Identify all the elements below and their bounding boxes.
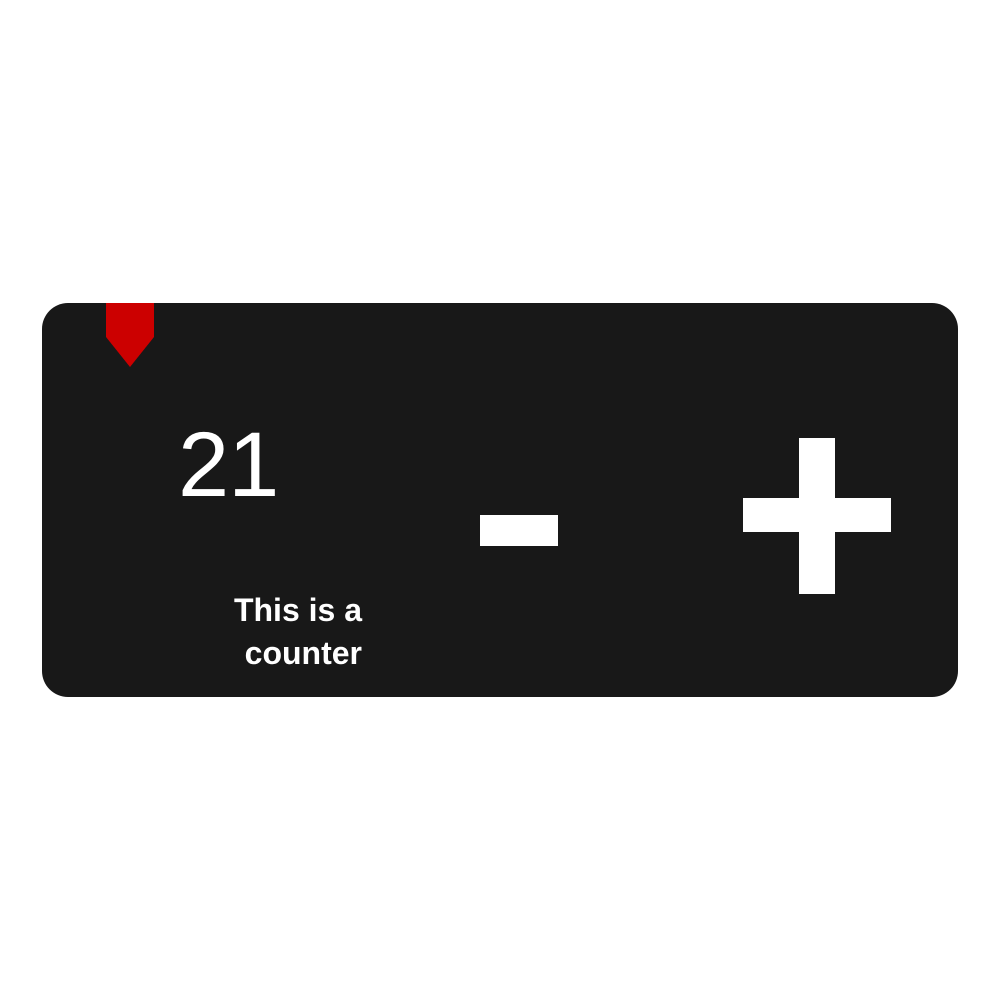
minus-icon <box>480 515 558 546</box>
caption-line-1: This is a <box>233 592 362 628</box>
caption-line-2: counter <box>244 635 362 671</box>
increment-button[interactable] <box>724 421 912 611</box>
counter-caption: This is a counter <box>192 589 362 675</box>
bookmark-icon <box>106 303 154 367</box>
plus-icon <box>743 438 891 594</box>
decrement-button[interactable] <box>450 463 610 613</box>
counter-value: 21 <box>178 414 279 516</box>
counter-card: 21 This is a counter <box>42 303 958 697</box>
